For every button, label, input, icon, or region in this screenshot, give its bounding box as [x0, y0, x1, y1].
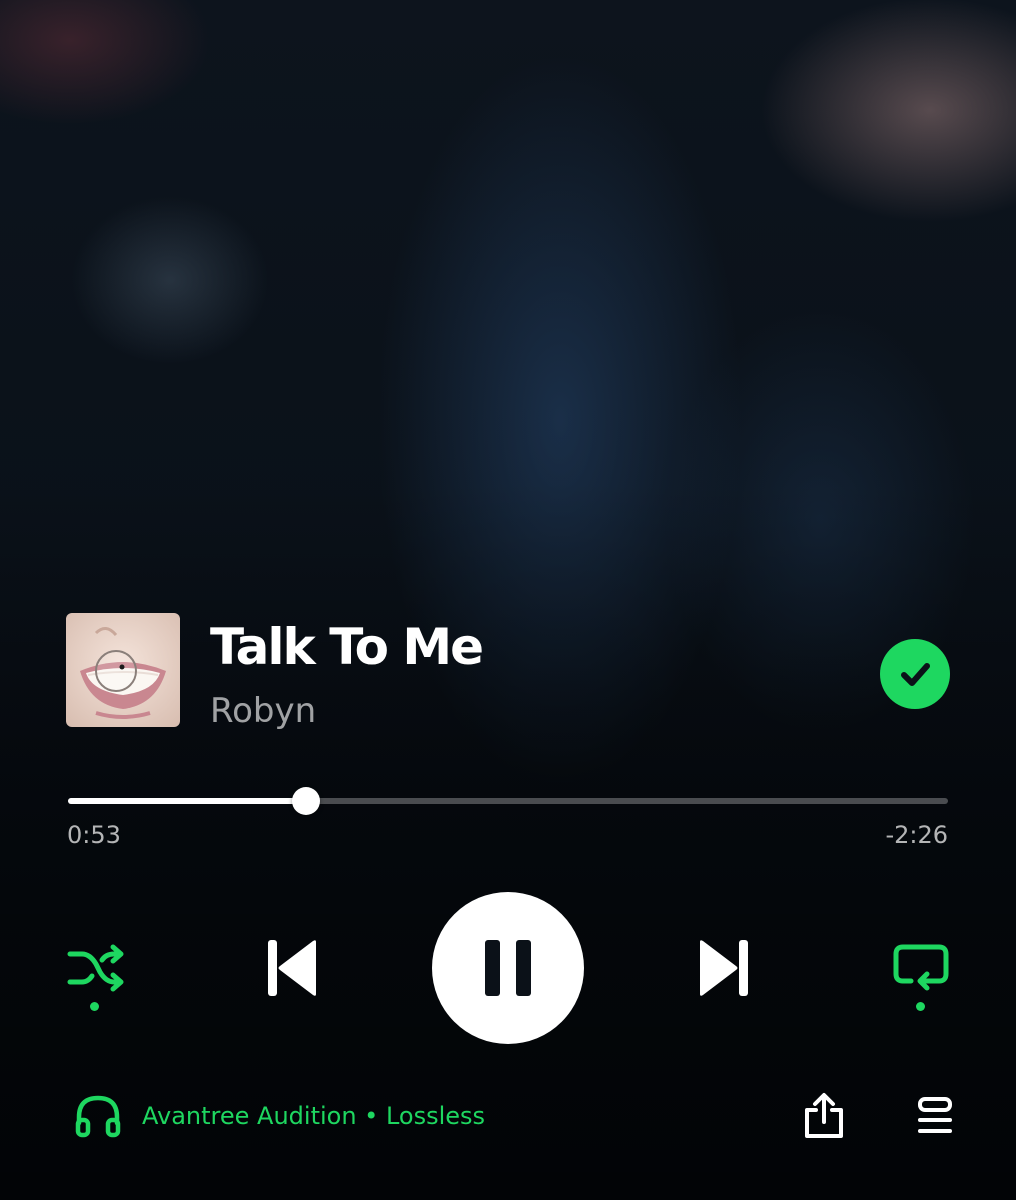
- repeat-icon: [893, 944, 949, 991]
- progress-fill: [68, 798, 306, 804]
- track-info: Talk To Me Robyn: [66, 613, 952, 731]
- saved-button[interactable]: [880, 639, 950, 709]
- queue-button[interactable]: [910, 1092, 960, 1140]
- elapsed-time: 0:53: [67, 821, 121, 849]
- remaining-time: -2:26: [885, 821, 948, 849]
- next-button[interactable]: [694, 936, 754, 1000]
- check-circle-icon: [901, 663, 930, 686]
- album-art[interactable]: [66, 613, 180, 727]
- pause-button[interactable]: [432, 892, 584, 1044]
- repeat-button[interactable]: [890, 940, 952, 996]
- previous-button[interactable]: [262, 936, 322, 1000]
- connected-device[interactable]: Avantree Audition • Lossless: [74, 1090, 485, 1142]
- queue-icon: [918, 1097, 952, 1133]
- artist-name[interactable]: Robyn: [210, 689, 316, 733]
- headphones-icon: [75, 1095, 121, 1138]
- playback-progress-slider[interactable]: [68, 784, 948, 818]
- album-art-image: [66, 613, 180, 727]
- repeat-active-indicator: [916, 1002, 925, 1011]
- pause-icon: [485, 940, 531, 996]
- track-title[interactable]: Talk To Me: [210, 617, 484, 677]
- device-label: Avantree Audition • Lossless: [142, 1102, 486, 1130]
- share-button[interactable]: [798, 1090, 850, 1142]
- shuffle-icon: [67, 944, 124, 992]
- share-icon: [805, 1093, 843, 1138]
- skip-next-icon: [700, 940, 748, 996]
- progress-handle[interactable]: [291, 787, 320, 815]
- shuffle-button[interactable]: [64, 938, 128, 998]
- skip-previous-icon: [268, 940, 316, 996]
- shuffle-active-indicator: [90, 1002, 99, 1011]
